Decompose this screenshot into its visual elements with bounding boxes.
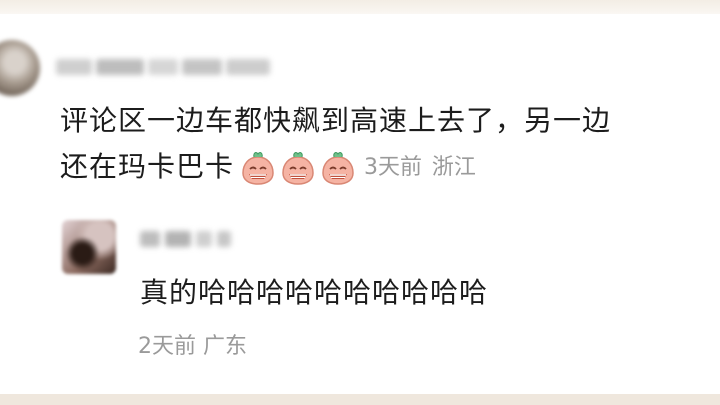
bottom-band xyxy=(0,394,720,405)
replier-username-blurred[interactable] xyxy=(140,226,250,252)
laughing-ghost-emoji-icon xyxy=(322,152,354,185)
comment-line-1: 评论区一边车都快飙到高速上去了，另一边 xyxy=(60,104,612,137)
comment-location: 浙江 xyxy=(431,155,476,180)
commenter-username-blurred[interactable] xyxy=(56,54,278,80)
reply-meta: 2天前 广东 xyxy=(138,332,247,362)
comment-line-2-text: 还在玛卡巴卡 xyxy=(60,150,235,183)
laughing-ghost-emoji-icon xyxy=(282,152,314,185)
reply-body: 真的哈哈哈哈哈哈哈哈哈哈 xyxy=(140,276,489,309)
replier-avatar[interactable] xyxy=(62,220,116,274)
comment-body: 评论区一边车都快飙到高速上去了，另一边 还在玛卡巴卡 3天前 浙江 xyxy=(60,98,700,191)
laughing-ghost-emoji-icon xyxy=(242,152,274,185)
reply-time: 2天前 xyxy=(138,334,196,359)
top-band xyxy=(0,0,720,14)
comment-time: 3天前 xyxy=(364,155,423,180)
comment-line-2: 还在玛卡巴卡 3天前 浙江 xyxy=(60,144,700,191)
reply-location: 广东 xyxy=(203,334,248,359)
emoji-group xyxy=(238,148,358,188)
